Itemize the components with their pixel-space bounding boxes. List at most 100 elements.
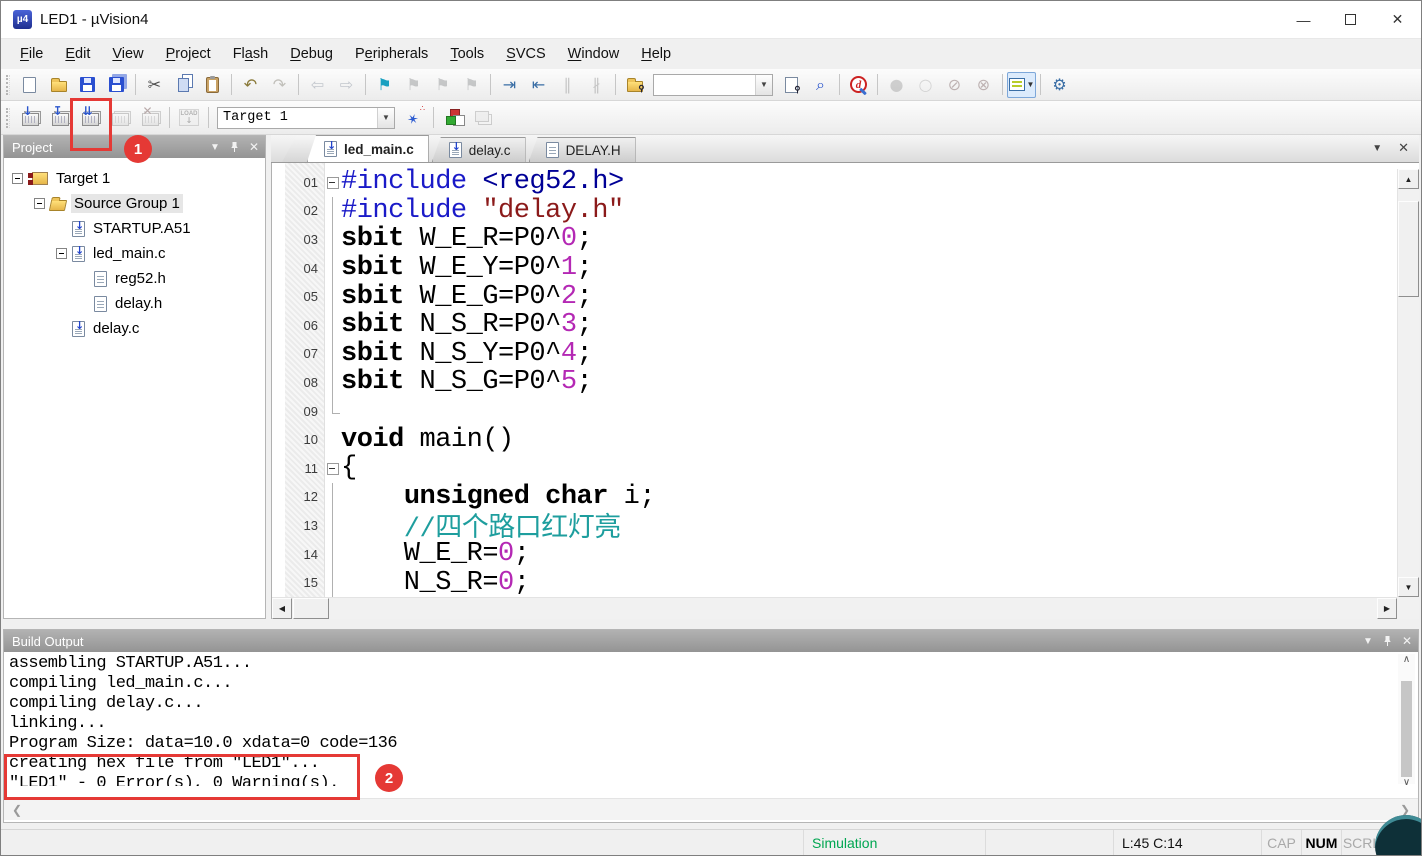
code-line[interactable]: 02 #include "delay.h" <box>285 196 1395 226</box>
menu-file[interactable]: File <box>9 42 54 66</box>
uncomment-selection-button[interactable]: ∦ <box>582 72 611 98</box>
navigate-back-button[interactable]: ⇦ <box>303 72 332 98</box>
tree-item-delay-h[interactable]: delay.h <box>4 291 265 316</box>
tree-item-reg52-h[interactable]: reg52.h <box>4 266 265 291</box>
target-select-combobox[interactable]: Target 1 ▼ <box>217 106 395 129</box>
kill-all-breakpoints-button[interactable]: ⊗ <box>969 72 998 98</box>
maximize-button[interactable] <box>1327 1 1374 38</box>
code-area[interactable]: 01 #include <reg52.h> 02 #include "delay.h"… <box>285 168 1395 597</box>
code-line[interactable]: 01 #include <reg52.h> <box>285 168 1395 197</box>
new-file-button[interactable] <box>15 72 44 98</box>
pin-icon[interactable] <box>229 141 240 153</box>
menu-help[interactable]: Help <box>630 42 682 66</box>
menu-project[interactable]: Project <box>155 42 222 66</box>
scroll-up-button[interactable]: ∧ <box>1403 654 1410 665</box>
menu-view[interactable]: View <box>101 42 154 66</box>
pin-icon[interactable] <box>1382 635 1393 647</box>
navigate-forward-button[interactable]: ⇨ <box>332 72 361 98</box>
scroll-right-button[interactable]: ▶ <box>1377 598 1397 619</box>
chevron-down-icon[interactable]: ▼ <box>377 107 394 128</box>
code-line[interactable]: 10 void main() <box>285 425 1395 455</box>
scroll-left-button[interactable]: ◀ <box>272 598 292 619</box>
copy-button[interactable] <box>169 72 198 98</box>
code-line[interactable]: 05 sbit W_E_G=P0^2; <box>285 282 1395 312</box>
chevron-down-icon[interactable]: ▼ <box>755 74 772 95</box>
code-line[interactable]: 04 sbit W_E_Y=P0^1; <box>285 253 1395 283</box>
close-icon[interactable]: ✕ <box>1402 634 1412 648</box>
code-line[interactable]: 11 { <box>285 453 1395 483</box>
expander-icon[interactable] <box>34 198 45 209</box>
tab-delay-h[interactable]: DELAY.H <box>528 137 636 162</box>
find-in-files-button[interactable] <box>620 72 649 98</box>
fold-marker[interactable] <box>325 168 341 197</box>
options-for-target-button[interactable] <box>399 105 429 131</box>
open-file-button[interactable] <box>44 72 73 98</box>
translate-file-button[interactable] <box>15 104 45 131</box>
search-combobox[interactable]: ▼ <box>653 73 773 96</box>
toolbar-grip[interactable] <box>6 74 10 95</box>
clear-all-bookmarks-button[interactable]: ⚑ <box>457 72 486 98</box>
code-line[interactable]: 14 W_E_R=0; <box>285 539 1395 569</box>
tree-item-delay-c[interactable]: delay.c <box>4 316 265 341</box>
fold-marker[interactable] <box>325 454 341 483</box>
scroll-down-button[interactable]: ∨ <box>1403 777 1410 788</box>
tab-list-dropdown-icon[interactable]: ▼ <box>1372 143 1382 154</box>
menu-svcs[interactable]: SVCS <box>495 42 557 66</box>
code-line[interactable]: 09 <box>285 396 1395 426</box>
manage-components-button[interactable] <box>438 105 468 131</box>
code-line[interactable]: 15 N_S_R=0; <box>285 568 1395 597</box>
scroll-up-button[interactable]: ▲ <box>1398 169 1419 189</box>
scroll-thumb[interactable] <box>1401 681 1412 777</box>
close-document-icon[interactable]: ✕ <box>1398 140 1409 156</box>
download-to-flash-button[interactable] <box>174 105 204 131</box>
indent-button[interactable]: ⇥ <box>495 72 524 98</box>
save-all-button[interactable] <box>102 72 131 98</box>
redo-button[interactable]: ↷ <box>265 72 294 98</box>
code-line[interactable]: 08 sbit N_S_G=P0^5; <box>285 367 1395 397</box>
scroll-thumb[interactable] <box>293 598 329 619</box>
scroll-thumb[interactable] <box>1398 201 1419 297</box>
incremental-find-button[interactable]: ⌕ <box>806 72 835 98</box>
current-project-window-button[interactable]: ▼ <box>1007 71 1036 98</box>
disable-all-breakpoints-button[interactable]: ⊘ <box>940 72 969 98</box>
menu-peripherals[interactable]: Peripherals <box>344 42 439 66</box>
menu-debug[interactable]: Debug <box>279 42 344 66</box>
scroll-left-button[interactable]: ❮ <box>12 803 22 817</box>
scroll-down-button[interactable]: ▼ <box>1398 577 1419 597</box>
next-bookmark-button[interactable]: ⚑ <box>428 72 457 98</box>
code-line[interactable]: 13 //四个路口红灯亮 <box>285 511 1395 545</box>
tree-item-target-1[interactable]: Target 1 <box>4 166 265 191</box>
cut-button[interactable]: ✂ <box>140 72 169 98</box>
code-editor[interactable]: 01 #include <reg52.h> 02 #include "delay.h"… <box>271 163 1419 619</box>
tree-item-source-group-1[interactable]: Source Group 1 <box>4 191 265 216</box>
menu-tools[interactable]: Tools <box>439 42 495 66</box>
file-extensions-button[interactable] <box>468 105 498 131</box>
output-vertical-scrollbar[interactable]: ∧ ∨ <box>1398 654 1415 788</box>
chevron-down-icon[interactable]: ▼ <box>1027 80 1035 89</box>
configuration-button[interactable]: ⚙ <box>1045 72 1074 98</box>
editor-vertical-scrollbar[interactable]: ▲ ▼ <box>1397 169 1419 597</box>
tree-item-led-main-c[interactable]: led_main.c <box>4 241 265 266</box>
stop-build-button[interactable] <box>135 104 165 131</box>
enable-disable-breakpoint-button[interactable]: ○ <box>911 72 940 98</box>
insert-bookmark-button[interactable]: ⚑ <box>370 72 399 98</box>
expander-icon[interactable] <box>56 248 67 259</box>
tab-led-main-c[interactable]: led_main.c <box>307 135 429 162</box>
paste-button[interactable] <box>198 72 227 98</box>
menu-edit[interactable]: Edit <box>54 42 101 66</box>
menu-flash[interactable]: Flash <box>222 42 280 66</box>
undo-button[interactable]: ↶ <box>236 72 265 98</box>
minimize-button[interactable]: — <box>1280 1 1327 38</box>
expander-icon[interactable] <box>12 173 23 184</box>
close-icon[interactable]: ✕ <box>249 140 259 154</box>
previous-bookmark-button[interactable]: ⚑ <box>399 72 428 98</box>
close-button[interactable]: ✕ <box>1374 1 1421 38</box>
code-line[interactable]: 07 sbit N_S_Y=P0^4; <box>285 339 1395 369</box>
find-button[interactable] <box>777 72 806 98</box>
insert-remove-breakpoint-button[interactable]: ● <box>882 72 911 98</box>
save-button[interactable] <box>73 72 102 98</box>
tree-item-startup-a51[interactable]: STARTUP.A51 <box>4 216 265 241</box>
output-horizontal-scrollbar[interactable]: ❮ ❯ <box>4 798 1418 820</box>
unindent-button[interactable]: ⇤ <box>524 72 553 98</box>
comment-selection-button[interactable]: ∥ <box>553 72 582 98</box>
